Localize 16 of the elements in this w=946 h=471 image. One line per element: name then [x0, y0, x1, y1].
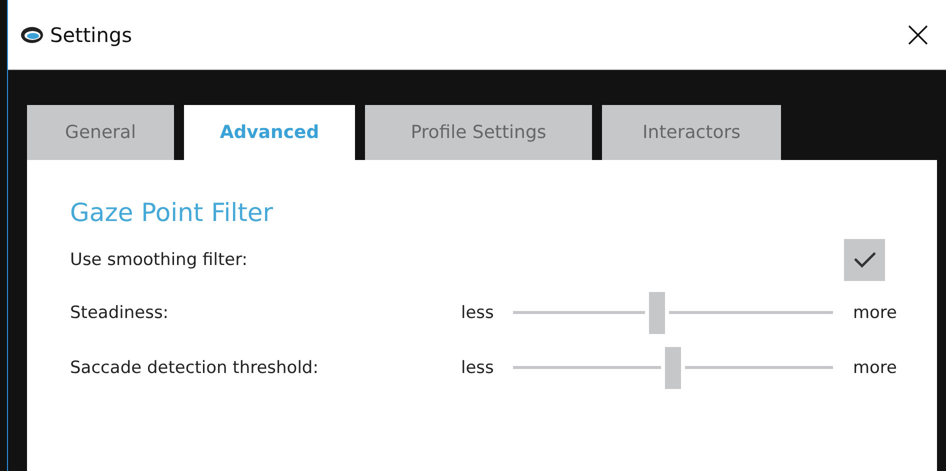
slider-min-label: less [461, 358, 495, 378]
tab[interactable]: General [27, 105, 174, 160]
slider-min-label: less [461, 302, 495, 322]
section-heading: Gaze Point Filter [70, 198, 274, 227]
slider-max-label: more [852, 302, 897, 322]
window-title: Settings [50, 22, 134, 46]
setting-label: Use smoothing filter: [70, 250, 248, 270]
slider-max-label: more [852, 358, 897, 378]
app-logo-icon [20, 24, 44, 44]
tab[interactable]: Profile Settings [365, 105, 592, 160]
checkmark-icon [852, 251, 876, 269]
setting-label: Steadiness: [70, 302, 170, 322]
tab[interactable]: Advanced [184, 105, 355, 160]
tab[interactable]: Interactors [602, 105, 781, 160]
checkbox[interactable] [844, 239, 885, 281]
setting-label: Saccade detection threshold: [70, 358, 320, 378]
